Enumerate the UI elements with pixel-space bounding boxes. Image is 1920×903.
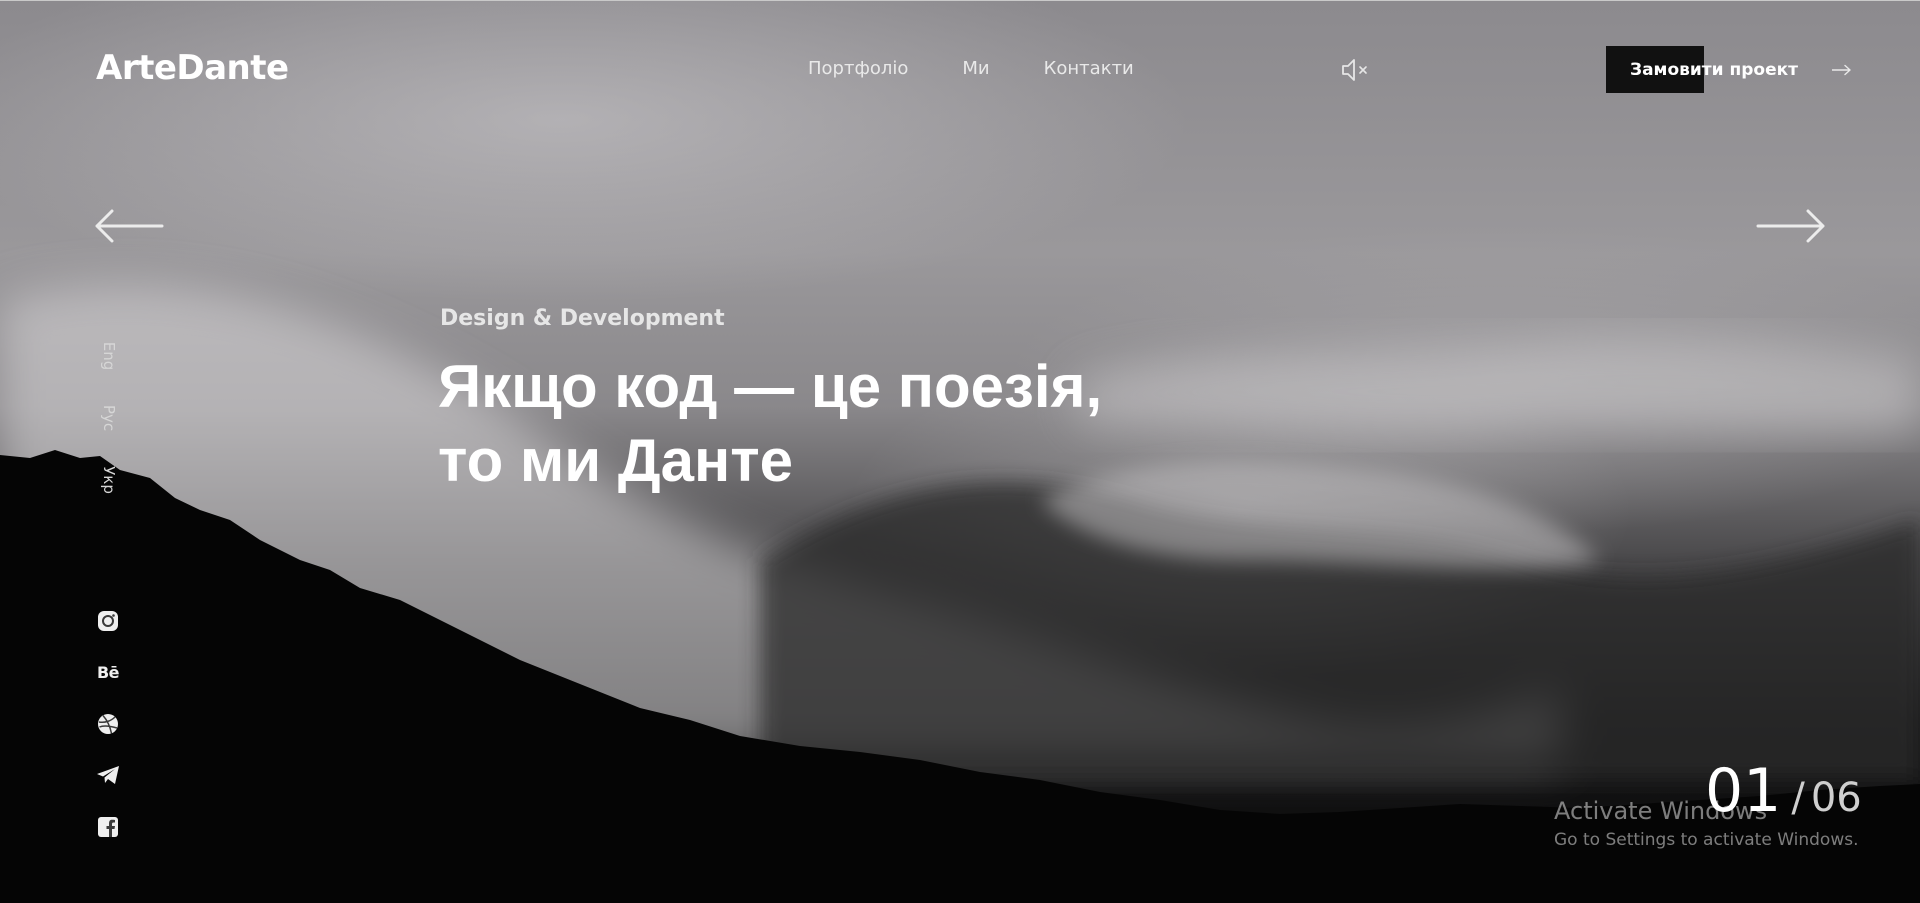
lang-label: Eng: [100, 341, 118, 371]
lang-switch-eng[interactable]: Eng: [98, 336, 120, 376]
hero-subtitle: Design & Development: [440, 306, 725, 331]
order-project-button[interactable]: Замовити проект: [1606, 46, 1852, 93]
logo[interactable]: ArteDante: [96, 48, 289, 88]
lang-label: Рус: [100, 404, 118, 432]
behance-icon[interactable]: Bē: [96, 660, 120, 684]
lang-switch-ukr[interactable]: Укр: [98, 460, 120, 500]
hero-headline-line-2: то ми Данте: [438, 427, 793, 494]
dribbble-icon[interactable]: [96, 712, 120, 736]
slide-counter: 01/06: [1705, 756, 1862, 826]
main-nav: Портфоліо Ми Контакти: [808, 58, 1134, 80]
facebook-icon[interactable]: [96, 815, 120, 839]
slide-separator: /: [1791, 775, 1805, 821]
speaker-muted-icon[interactable]: [1340, 57, 1372, 83]
lang-label: Укр: [100, 466, 118, 494]
top-border: [0, 0, 1920, 1]
cta-label: Замовити проект: [1630, 59, 1798, 80]
slide-current: 01: [1705, 756, 1782, 826]
hero-page: ArteDante Портфоліо Ми Контакти Замовити…: [0, 0, 1920, 903]
nav-link-about[interactable]: Ми: [962, 58, 989, 80]
nav-link-contacts[interactable]: Контакти: [1044, 58, 1134, 80]
telegram-icon[interactable]: [96, 763, 120, 787]
nav-link-portfolio[interactable]: Портфоліо: [808, 58, 908, 80]
hero-headline-line-1: Якщо код — це поезія,: [438, 353, 1103, 420]
watermark-subtitle: Go to Settings to activate Windows.: [1554, 830, 1859, 850]
hero-headline: Якщо код — це поезія, то ми Данте: [438, 350, 1102, 498]
lang-switch-rus[interactable]: Рус: [98, 398, 120, 438]
behance-label: Bē: [96, 662, 120, 682]
slider-prev-arrow-icon[interactable]: [94, 208, 164, 244]
arrow-right-icon: [1832, 64, 1851, 75]
instagram-icon[interactable]: [96, 609, 120, 633]
slider-next-arrow-icon[interactable]: [1756, 208, 1826, 244]
slide-total: 06: [1810, 775, 1862, 821]
